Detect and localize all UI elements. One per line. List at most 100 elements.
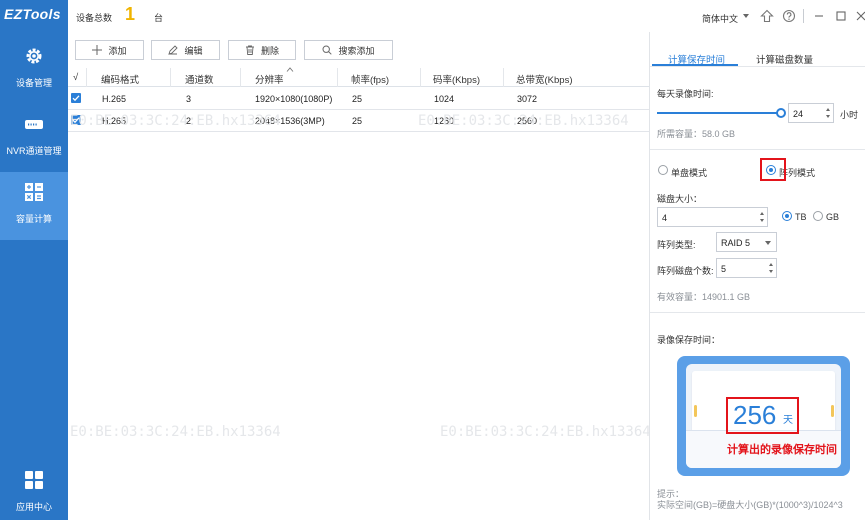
daily-record-hours-stepper[interactable]: 24 <box>788 103 834 123</box>
retention-label: 录像保存时间： <box>657 335 721 345</box>
cell-channels: 3 <box>186 94 192 104</box>
upgrade-icon[interactable] <box>760 9 774 23</box>
cell-resolution: 1920×1080(1080P) <box>255 94 333 104</box>
column-header-channels[interactable]: 通道数 <box>185 72 214 86</box>
stepper-down-icon[interactable] <box>760 219 764 222</box>
device-total-count: 1 <box>125 4 136 24</box>
column-header-codec[interactable]: 编码格式 <box>101 72 139 86</box>
disk-size-value: 4 <box>662 213 668 223</box>
effective-capacity: 有效容量：14901.1 GB <box>657 292 751 302</box>
daily-record-slider-thumb[interactable] <box>776 108 786 118</box>
tab-bar-divider <box>650 66 865 67</box>
annotation-box-retention <box>726 397 799 434</box>
array-disk-count-stepper[interactable]: 5 <box>716 258 777 278</box>
cell-bitrate: 1024 <box>434 94 455 104</box>
pencil-icon <box>168 45 179 55</box>
top-header: 设备总数 1 台 简体中文 <box>68 0 865 32</box>
section-divider <box>650 149 865 150</box>
stepper-down-icon[interactable] <box>769 270 773 273</box>
calculator-icon <box>25 183 43 201</box>
sidebar-item-capacity-calc[interactable]: 容量计算 <box>0 172 68 240</box>
disk-size-stepper[interactable]: 4 <box>657 207 768 227</box>
cell-fps: 25 <box>352 116 363 126</box>
stepper-down-icon[interactable] <box>826 115 830 118</box>
array-disk-count-value: 5 <box>721 264 727 274</box>
search-icon <box>322 45 333 55</box>
unit-gb-label: GB <box>826 212 840 222</box>
column-divider <box>503 68 504 87</box>
column-header-bitrate[interactable]: 码率(Kbps) <box>433 72 480 86</box>
table-header: √ 编码格式 通道数 分辨率 帧率(fps) 码率(Kbps) 总带宽(Kbps… <box>68 67 650 87</box>
sidebar-item-nvr-channels[interactable]: NVR通道管理 <box>0 104 68 172</box>
table-row[interactable]: H.265 3 1920×1080(1080P) 25 1024 3072 <box>68 88 650 110</box>
annotation-box-array-mode <box>760 158 786 181</box>
disk-size-label: 磁盘大小： <box>657 194 703 204</box>
hint-text: 实际空间(GB)=硬盘大小(GB)*(1000^3)/1024^3 <box>657 500 843 510</box>
cell-codec: H.265 <box>102 94 127 104</box>
column-header-fps[interactable]: 帧率(fps) <box>351 72 389 86</box>
delete-button[interactable]: 删除 <box>228 40 296 60</box>
daily-record-label: 每天录像时间: <box>657 89 714 99</box>
column-divider <box>170 68 171 87</box>
retention-caption: 计算出的录像保存时间 <box>727 444 837 456</box>
delete-button-label: 删除 <box>260 45 279 56</box>
add-button-label: 添加 <box>108 45 127 56</box>
trash-icon <box>245 45 254 55</box>
close-icon[interactable] <box>854 9 865 23</box>
watermark: E0:BE:03:3C:24:EB.hx13364 <box>418 113 629 129</box>
edit-button[interactable]: 编辑 <box>151 40 220 60</box>
sidebar-item-device-management[interactable]: 设备管理 <box>0 36 68 104</box>
sidebar-item-label: 应用中心 <box>15 502 52 512</box>
column-header-resolution[interactable]: 分辨率 <box>255 72 284 86</box>
chevron-down-icon <box>743 14 749 18</box>
radio-unit-tb[interactable] <box>782 211 792 221</box>
chevron-down-icon <box>765 241 771 245</box>
add-button[interactable]: 添加 <box>75 40 144 60</box>
section-divider <box>650 312 865 313</box>
array-type-select[interactable]: RAID 5 <box>716 232 777 252</box>
daily-record-unit: 小时 <box>840 110 859 120</box>
sort-up-icon[interactable] <box>286 67 294 72</box>
radio-single-disk-mode[interactable] <box>658 165 668 175</box>
search-add-button-label: 搜索添加 <box>338 45 375 56</box>
column-divider <box>86 68 87 87</box>
array-type-label: 阵列类型: <box>657 240 696 250</box>
stepper-up-icon[interactable] <box>769 263 773 266</box>
sidebar-item-label: 设备管理 <box>15 78 52 88</box>
search-add-button[interactable]: 搜索添加 <box>304 40 393 60</box>
sidebar-item-label: NVR通道管理 <box>6 146 62 156</box>
edit-button-label: 编辑 <box>184 45 203 56</box>
watermark: E0:BE:03:3C:24:EB.hx13364 <box>70 424 281 440</box>
stepper-up-icon[interactable] <box>826 108 830 111</box>
help-icon[interactable] <box>782 9 796 23</box>
device-total-label: 设备总数 <box>76 13 113 23</box>
calendar-pin-left <box>694 405 697 417</box>
column-divider <box>420 68 421 87</box>
sidebar-item-app-center[interactable]: 应用中心 <box>0 460 68 520</box>
tab-calc-disk-count[interactable]: 计算磁盘数量 <box>756 52 813 66</box>
nvr-device-icon <box>25 120 43 129</box>
array-type-value: RAID 5 <box>721 238 751 248</box>
language-select[interactable]: 简体中文 <box>702 12 738 25</box>
minimize-icon[interactable] <box>812 9 826 23</box>
sidebar-item-label: 容量计算 <box>15 214 52 224</box>
radio-unit-gb[interactable] <box>813 211 823 221</box>
maximize-icon[interactable] <box>834 9 848 23</box>
app-logo: EZTools <box>4 6 61 22</box>
column-divider <box>337 68 338 87</box>
calendar-pin-right <box>831 405 834 417</box>
column-header-select[interactable]: √ <box>73 72 78 83</box>
cell-fps: 25 <box>352 94 363 104</box>
app-window: EZTools 设备管理 NVR通道管理 容量计算 应用中心 设备总数 1 台 … <box>0 0 865 520</box>
daily-record-slider-track[interactable] <box>657 112 781 114</box>
device-total-unit: 台 <box>154 13 164 23</box>
column-header-bandwidth[interactable]: 总带宽(Kbps) <box>516 72 572 86</box>
row-checkbox[interactable] <box>71 93 81 103</box>
required-capacity: 所需容量：58.0 GB <box>657 129 736 139</box>
watermark: E0:BE:03:3C:24:EB.hx13364 <box>440 424 651 440</box>
stepper-up-icon[interactable] <box>760 212 764 215</box>
watermark: E0:BE:03:3C:24:EB.hx13364 <box>70 113 281 129</box>
daily-record-hours-value: 24 <box>793 109 804 119</box>
array-disk-count-label: 阵列磁盘个数: <box>657 266 714 276</box>
check-icon <box>72 95 80 102</box>
